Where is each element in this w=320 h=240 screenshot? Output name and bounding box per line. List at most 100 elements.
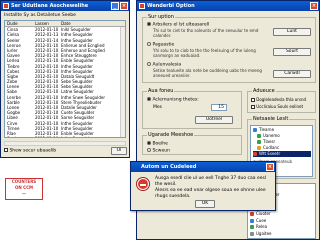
right-window-title: Wenderbl Option xyxy=(147,3,195,9)
show-updates-checkbox-row[interactable]: Shew secur ubaaelib xyxy=(4,148,56,154)
network-item-label: Tlearne xyxy=(259,127,275,132)
network-item-selected[interactable]: Wtt Eseetr xyxy=(253,151,311,157)
advanced-checkbox-2[interactable] xyxy=(251,105,255,109)
network-item-label: Uanemo xyxy=(263,133,280,138)
side-item-label: Ugaitee xyxy=(256,230,272,236)
network-item-label: Wtt Eseetr xyxy=(259,151,281,156)
advanced-check-1[interactable]: Dogleleadesla thla orsnd xyxy=(251,97,306,102)
check-icon xyxy=(257,134,261,138)
side-item[interactable]: Ciuoter xyxy=(250,211,271,217)
left-window-subtitle: Installte Sy as Detailetue Seebe xyxy=(4,13,76,18)
autoload-radio[interactable]: Aclernunisng thetes: xyxy=(147,97,199,103)
advanced-group: Adueuce Dogleleadesla thla orsnd Ucclira… xyxy=(247,88,316,113)
network-item[interactable]: Cudlanc xyxy=(257,145,279,151)
options-group: Sur uption Arbsilers el lst ulteasarell … xyxy=(142,14,316,83)
logo-line-3: — xyxy=(22,191,26,196)
options-group-label: Sur uption xyxy=(147,14,175,21)
right-window-titlebar[interactable]: Wenderbl Option × xyxy=(137,1,319,11)
radio-2[interactable] xyxy=(147,42,151,46)
close-icon[interactable]: × xyxy=(310,2,318,10)
network-icon xyxy=(250,218,254,223)
upgrade-radio-1-button[interactable] xyxy=(147,141,151,145)
upgrade-radio-2-button[interactable] xyxy=(147,148,151,152)
close-icon[interactable]: × xyxy=(266,163,274,171)
network-item[interactable]: Tlearne xyxy=(253,127,274,133)
side-item-label: Ciuoter xyxy=(256,211,271,216)
upgrade-group-label: Ugarade Meeshoe xyxy=(147,132,195,139)
upgrade-radio-2[interactable]: Scweun xyxy=(147,148,170,154)
right-button-3[interactable]: Carwdl xyxy=(273,70,311,78)
error-dialog: Autom un Cudeleed × Ausga esedl clie ul … xyxy=(130,161,276,211)
vertical-scrollbar[interactable] xyxy=(120,27,125,137)
check-icon xyxy=(257,140,261,144)
error-icon xyxy=(137,178,149,190)
check-icon xyxy=(250,225,254,229)
advanced-checkbox-1[interactable] xyxy=(251,98,255,102)
radio-3-label: Aulunvalesia xyxy=(152,62,182,68)
network-icon xyxy=(253,128,257,132)
gear-icon xyxy=(250,231,254,236)
autoload-group-label: Aua foneu xyxy=(147,88,175,95)
network-item[interactable]: Uanemo xyxy=(257,133,280,139)
network-group-label: Netsaeie Leslt xyxy=(252,116,290,123)
radio-2-label: Paguastie xyxy=(152,42,175,48)
radio-3-desc: Setise tealueite ala nete be ouddeing ua… xyxy=(153,67,262,78)
upgrade-radio-1[interactable]: Boeihe xyxy=(147,141,168,147)
show-updates-checkbox[interactable] xyxy=(4,148,8,152)
advanced-check-2-label: Uccliraluu Souls eolinet xyxy=(256,104,304,109)
dialog-ok-button[interactable]: OK xyxy=(195,200,215,208)
radio-1-label: Arbsilers el lst ulteasarell xyxy=(152,22,210,28)
retry-spinner[interactable]: 15 xyxy=(211,104,227,111)
radio-3[interactable] xyxy=(147,62,151,66)
ok-button[interactable]: Ol xyxy=(111,147,127,155)
updates-table[interactable]: Dude Lassen Date Cinsa 2012-01-10 Inlkl Se… xyxy=(4,20,126,138)
retry-label: Mes xyxy=(153,105,162,110)
side-item-label: Cuee xyxy=(256,217,267,223)
upgrade-radio-1-label: Boeihe xyxy=(152,141,168,147)
autoload-button[interactable]: Uotreel xyxy=(195,116,233,124)
error-icon-bar xyxy=(140,184,146,186)
options-app-icon xyxy=(139,3,145,9)
dialog-titlebar[interactable]: Autom un Cudeleed × xyxy=(131,162,275,172)
dialog-detail: Alesrs ea ee ead vear olgese soua ee ohn… xyxy=(155,188,266,199)
network-item-label: Tlaesr xyxy=(263,139,276,144)
network-item[interactable]: Tlaesr xyxy=(257,139,275,145)
side-item[interactable]: Relea xyxy=(250,224,267,230)
warning-icon xyxy=(250,212,254,216)
column-header-desc[interactable]: Date xyxy=(61,21,121,26)
show-updates-label: Shew secur ubaaelib xyxy=(9,148,57,154)
side-item[interactable]: Cuee xyxy=(250,218,266,224)
autoload-radio-button[interactable] xyxy=(147,97,151,101)
radio-2-desc: Yhi solu to to ciob to the tho feelsuing… xyxy=(153,47,256,58)
horizontal-scrollbar[interactable] xyxy=(4,141,126,146)
folder-icon xyxy=(257,146,261,150)
radio-option-3[interactable]: Aulunvalesia Setise tealueite ala nete b… xyxy=(147,62,267,78)
radio-1[interactable] xyxy=(147,22,151,26)
row-desc: Inthe Seugulder xyxy=(61,136,121,137)
column-header-date[interactable]: Lassen xyxy=(35,21,61,26)
radio-option-1[interactable]: Arbsilers el lst ulteasarell Thi sul te … xyxy=(147,22,267,38)
dialog-message: Ausga esedl clie ul ue eell Tnghe 37 duo… xyxy=(155,176,267,187)
radio-option-2[interactable]: Paguastie Yhi solu to to ciob to the tho… xyxy=(147,42,267,58)
side-item[interactable]: Ugaitee xyxy=(250,231,272,237)
advanced-check-2[interactable]: Uccliraluu Souls eolinet xyxy=(251,104,303,109)
installed-updates-window: Ser Udutlane Asochewelihe _ × Installte … xyxy=(0,0,130,158)
network-item-label: Cudlanc xyxy=(263,145,280,150)
table-row[interactable]: Seele2012-01-10Inthe Seugulder xyxy=(5,136,125,137)
minimize-icon[interactable]: _ xyxy=(111,2,119,10)
autoload-group: Aua foneu Aclernunisng thetes: Mes 15 Uo… xyxy=(142,88,242,129)
radio-1-desc: Thi sul te ciet to tho soleunts uf the s… xyxy=(153,27,259,38)
upgrade-radio-2-label: Scweun xyxy=(152,148,170,154)
row-name: Seele xyxy=(5,136,35,137)
autoload-label: Aclernunisng thetes: xyxy=(152,97,199,103)
left-window-title: Ser Udutlane Asochewelihe xyxy=(11,3,89,9)
close-icon[interactable]: × xyxy=(120,2,128,10)
column-header-name[interactable]: Dude xyxy=(5,21,35,26)
right-button-1[interactable]: Lunt xyxy=(273,28,311,36)
advanced-check-1-label: Dogleleadesla thla orsnd xyxy=(256,97,307,102)
dialog-title: Autom un Cudeleed xyxy=(141,164,197,170)
network-icon xyxy=(253,152,257,156)
right-button-2[interactable]: Sourt xyxy=(273,48,311,56)
left-window-titlebar[interactable]: Ser Udutlane Asochewelihe _ × xyxy=(1,1,129,11)
row-date: 2012-01-10 xyxy=(35,136,61,137)
